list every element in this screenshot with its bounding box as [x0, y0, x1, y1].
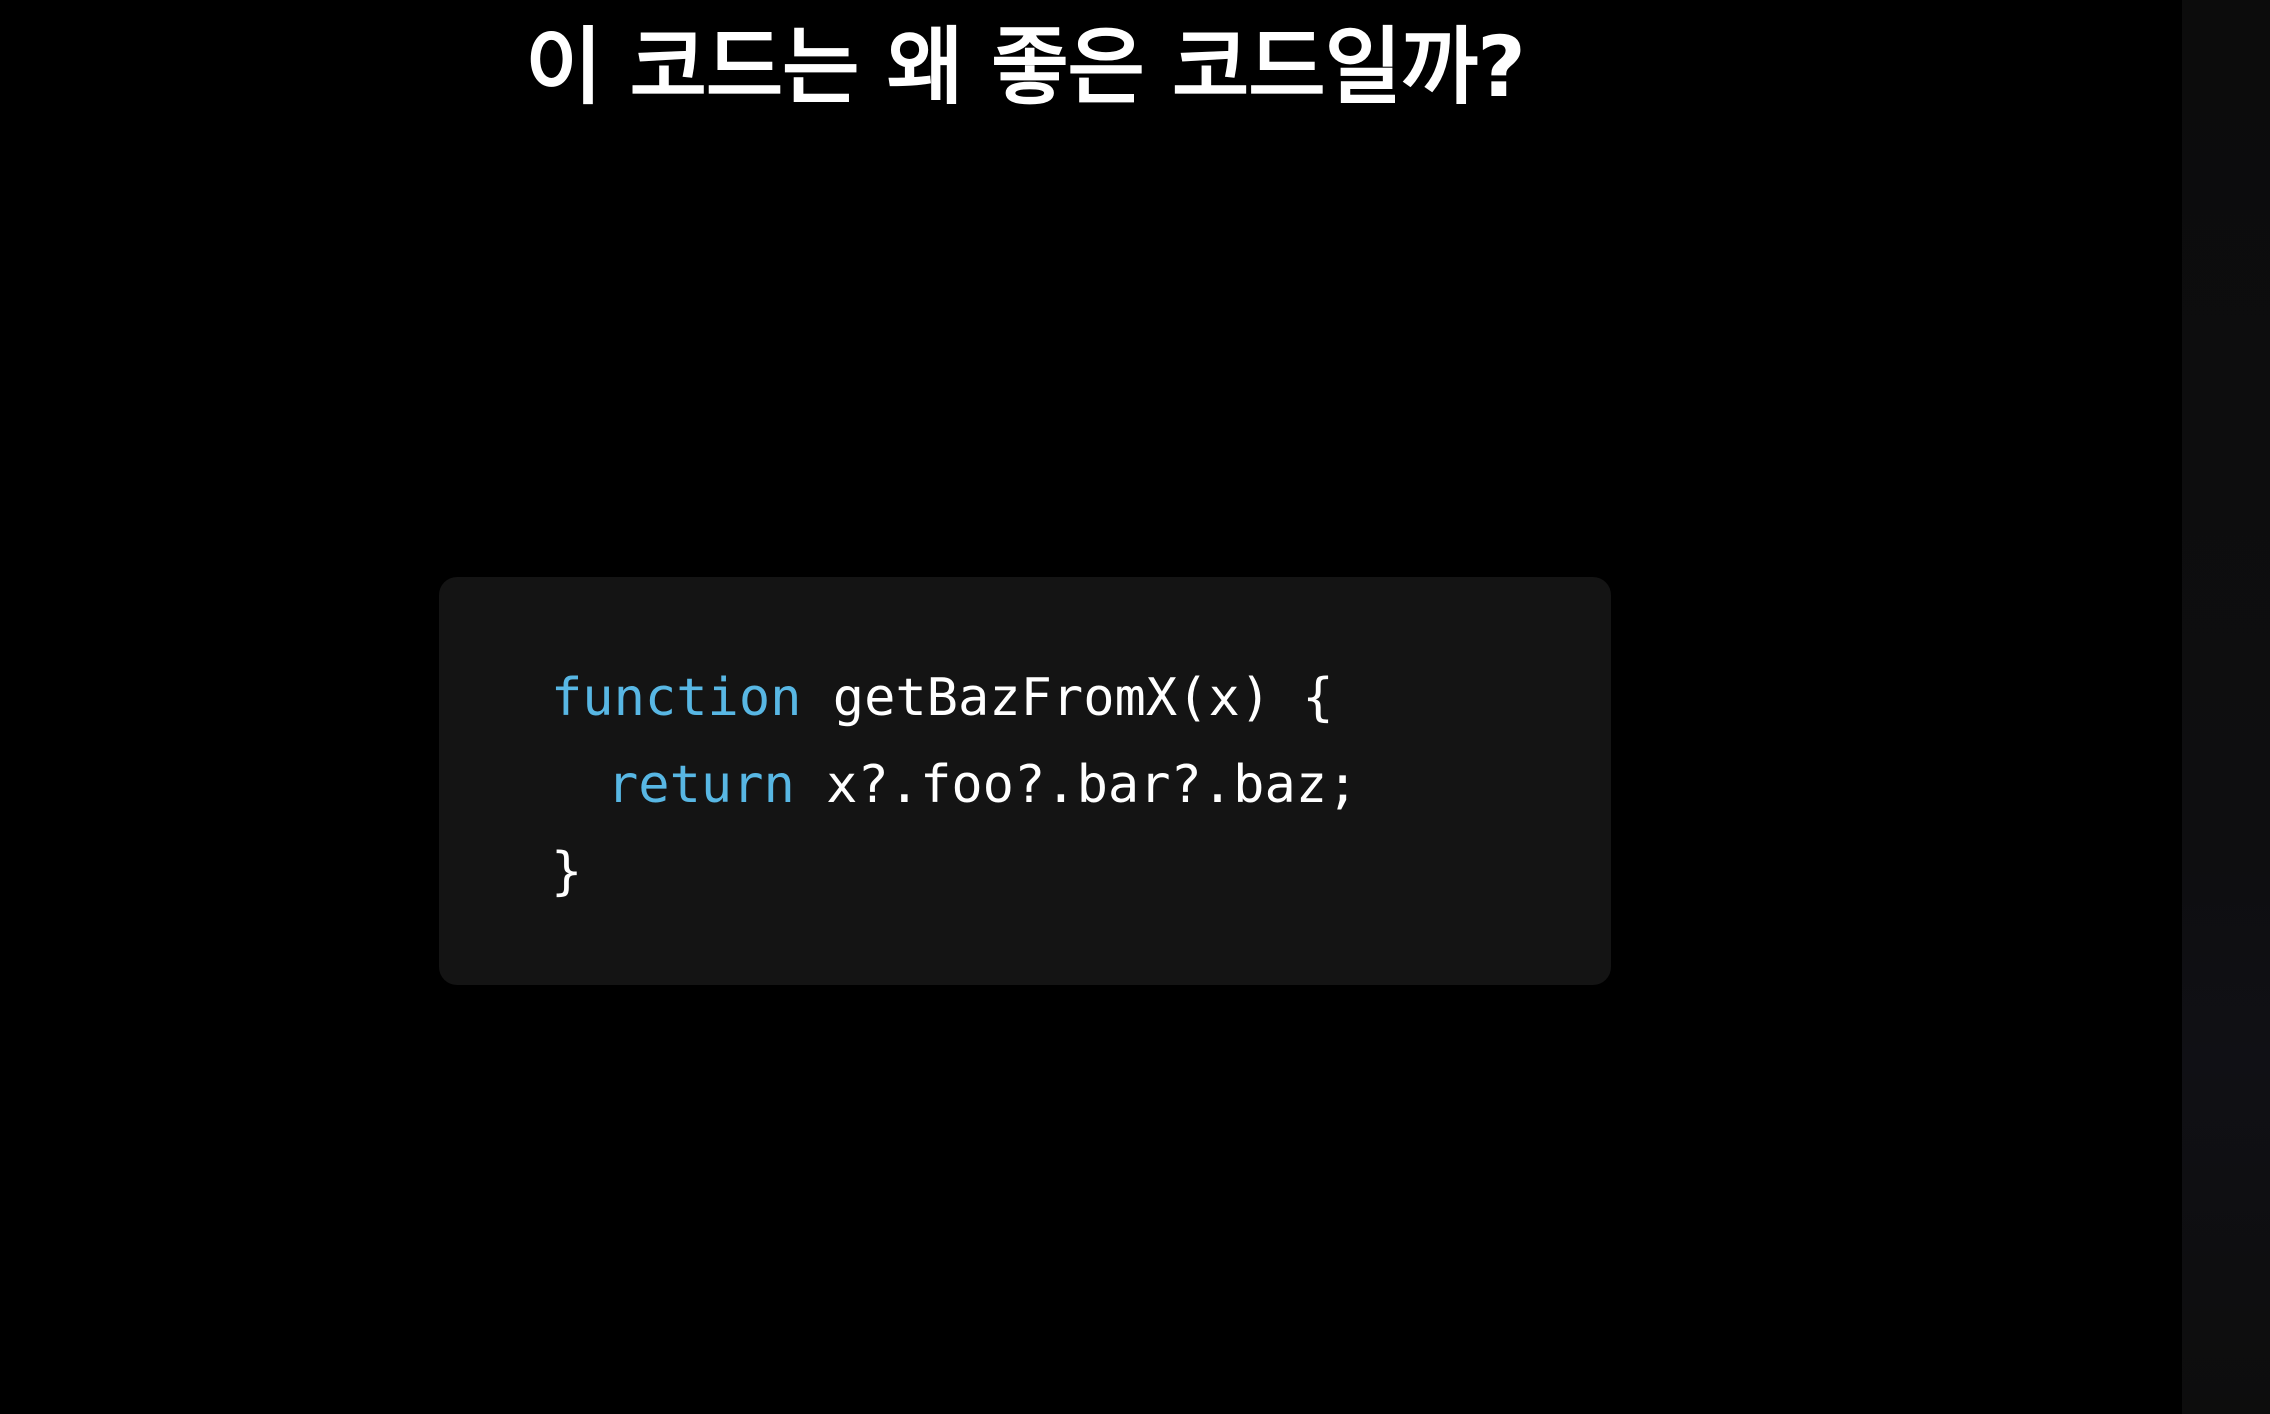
closing-brace: } [551, 842, 583, 902]
keyword-function: function [551, 668, 802, 728]
function-signature: getBazFromX(x) { [801, 668, 1334, 728]
presentation-slide: 이 코드는 왜 좋은 코드일까? function getBazFromX(x)… [0, 0, 2182, 1414]
code-line-function-declaration: function getBazFromX(x) { [551, 655, 1358, 742]
keyword-return: return [607, 755, 795, 815]
video-frame: 이 코드는 왜 좋은 코드일까? function getBazFromX(x)… [0, 0, 2270, 1414]
return-expression: x?.foo?.bar?.baz; [794, 755, 1359, 815]
code-line-closing-brace: } [551, 829, 1358, 916]
side-panel-edge [2182, 0, 2270, 1414]
code-block: function getBazFromX(x) {return x?.foo?.… [439, 577, 1611, 985]
slide-title: 이 코드는 왜 좋은 코드일까? [525, 18, 1526, 116]
code-line-return: return x?.foo?.bar?.baz; [551, 742, 1358, 829]
code-content: function getBazFromX(x) {return x?.foo?.… [551, 655, 1358, 916]
